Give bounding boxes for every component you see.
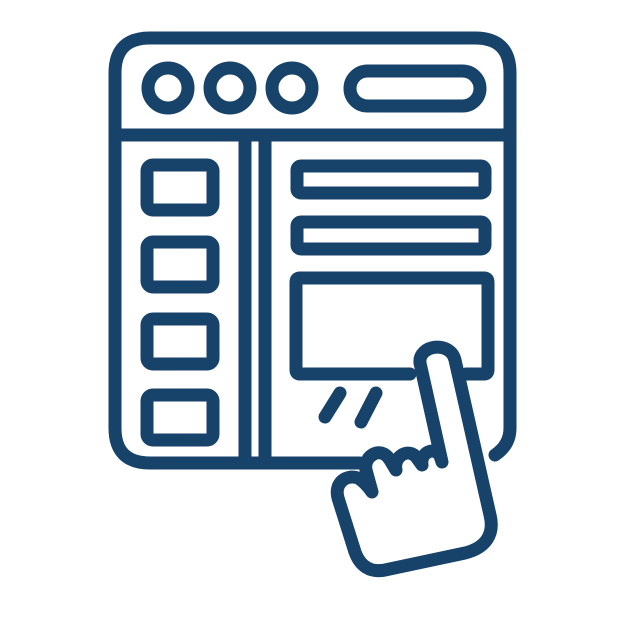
sidebar-block-icon <box>140 388 220 447</box>
address-bar-icon <box>343 64 487 113</box>
icon-svg <box>108 31 517 578</box>
sidebar-block-icon <box>140 312 220 371</box>
tap-indicator-icon <box>354 386 383 429</box>
sidebar-block-icon <box>140 158 220 217</box>
window-control-dot-icon <box>265 61 319 115</box>
sidebar-block-icon <box>140 235 220 294</box>
tap-indicator-icon <box>318 386 347 424</box>
content-line-icon <box>290 215 492 256</box>
content-line-icon <box>290 159 492 200</box>
web-page-tap-icon <box>0 0 625 625</box>
window-control-dot-icon <box>141 61 195 115</box>
window-control-dot-icon <box>203 61 257 115</box>
